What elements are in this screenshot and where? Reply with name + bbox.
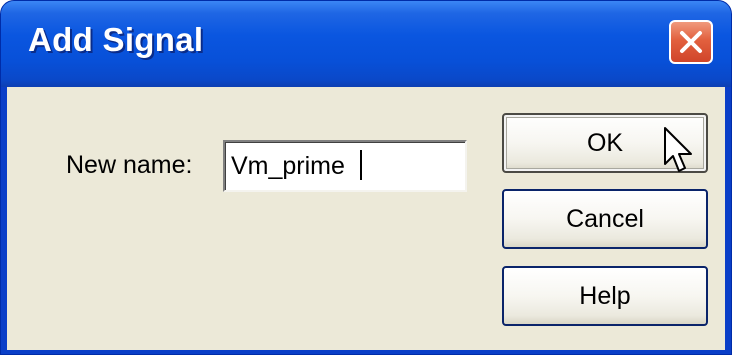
mouse-pointer-icon — [664, 127, 692, 172]
title-bar[interactable]: Add Signal — [1, 1, 731, 87]
close-button[interactable] — [669, 20, 713, 64]
new-name-label: New name: — [66, 151, 193, 179]
dialog-body: New name: OK Cancel Help — [7, 87, 725, 350]
add-signal-dialog: Add Signal New name: OK Cancel Help — [0, 0, 732, 355]
help-button[interactable]: Help — [502, 266, 708, 326]
new-name-input[interactable] — [223, 140, 467, 192]
close-icon — [680, 31, 702, 53]
text-caret — [360, 150, 362, 180]
dialog-title: Add Signal — [28, 21, 204, 58]
cancel-button[interactable]: Cancel — [502, 189, 708, 249]
